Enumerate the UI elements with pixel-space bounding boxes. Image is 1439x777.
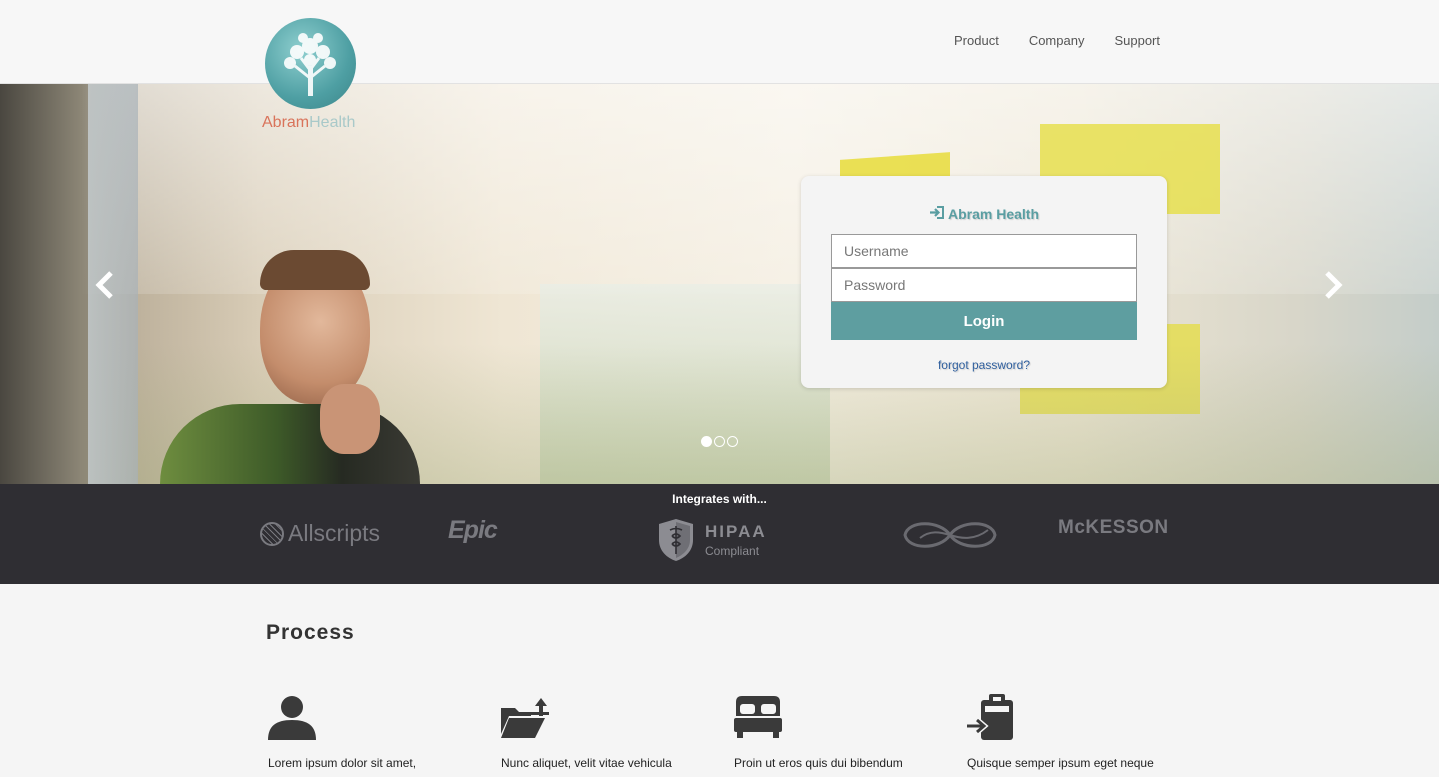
process-step-2: Nunc aliquet, velit vitae vehicula [501,694,701,770]
password-input[interactable] [831,268,1137,302]
hero-carousel [0,84,1439,484]
login-title: Abram Health [801,206,1167,222]
user-icon [268,696,316,740]
hipaa-badge: HIPAA Compliant [657,518,767,562]
nav-company-link[interactable]: Company [1029,33,1085,48]
top-navbar: Product Company Support [0,0,1439,84]
carousel-dot-3[interactable] [727,436,738,447]
carousel-dot-1[interactable] [701,436,712,447]
chevron-left-icon [95,271,113,299]
logo-word-abram: Abram [262,114,310,131]
process-step-text: Proin ut eros quis dui bibendum [734,756,903,770]
brand-logo[interactable]: AbramHealth [262,18,362,138]
integrations-title: Integrates with... [672,492,767,506]
nav-product-link[interactable]: Product [954,33,999,48]
process-step-text: Nunc aliquet, velit vitae vehicula [501,756,672,770]
person-body [160,404,420,484]
person-hair [260,250,370,290]
bed-icon [734,696,782,738]
sign-in-icon [929,206,945,222]
logo-wordmark: AbramHealth [262,114,355,132]
globe-icon [260,521,284,546]
main-nav: Product Company Support [954,33,1160,48]
carousel-indicators [701,436,738,447]
process-step-text: Lorem ipsum dolor sit amet, [268,756,417,770]
login-button[interactable]: Login [831,302,1137,340]
allscripts-logo: Allscripts [260,520,380,547]
infinity-partner-logo [900,518,1000,557]
carousel-next-button[interactable] [1322,270,1344,308]
process-step-4: Quisque semper ipsum eget neque [967,694,1167,770]
clipboard-import-icon [967,694,1013,740]
allscripts-text: Allscripts [288,520,381,546]
epic-logo: Epic [448,516,498,544]
hipaa-text: HIPAA Compliant [705,522,767,558]
integrations-band: Integrates with... Allscripts Epic HIPAA… [0,484,1439,584]
carousel-dot-2[interactable] [714,436,725,447]
tree-logo-icon [265,18,356,109]
process-step-text: Quisque semper ipsum eget neque [967,756,1154,770]
folder-upload-icon [501,698,549,738]
infinity-icon [903,522,997,548]
mckesson-logo: McKESSON [1058,517,1169,538]
nav-support-link[interactable]: Support [1114,33,1160,48]
hero-person-image [160,250,420,484]
caduceus-shield-icon [659,519,693,561]
login-title-text: Abram Health [947,206,1040,222]
process-step-3: Proin ut eros quis dui bibendum [734,694,934,770]
compliant-label: Compliant [705,544,760,558]
username-input[interactable] [831,234,1137,268]
person-hand [320,384,380,454]
process-heading: Process [266,621,355,644]
logo-word-health: Health [309,114,356,131]
login-card: Abram Health Login forgot password? [801,176,1167,388]
carousel-prev-button[interactable] [94,270,116,308]
forgot-password-link[interactable]: forgot password? [801,358,1167,372]
process-step-1: Lorem ipsum dolor sit amet, [268,694,468,770]
chevron-right-icon [1325,271,1343,299]
hipaa-label: HIPAA [705,522,767,541]
